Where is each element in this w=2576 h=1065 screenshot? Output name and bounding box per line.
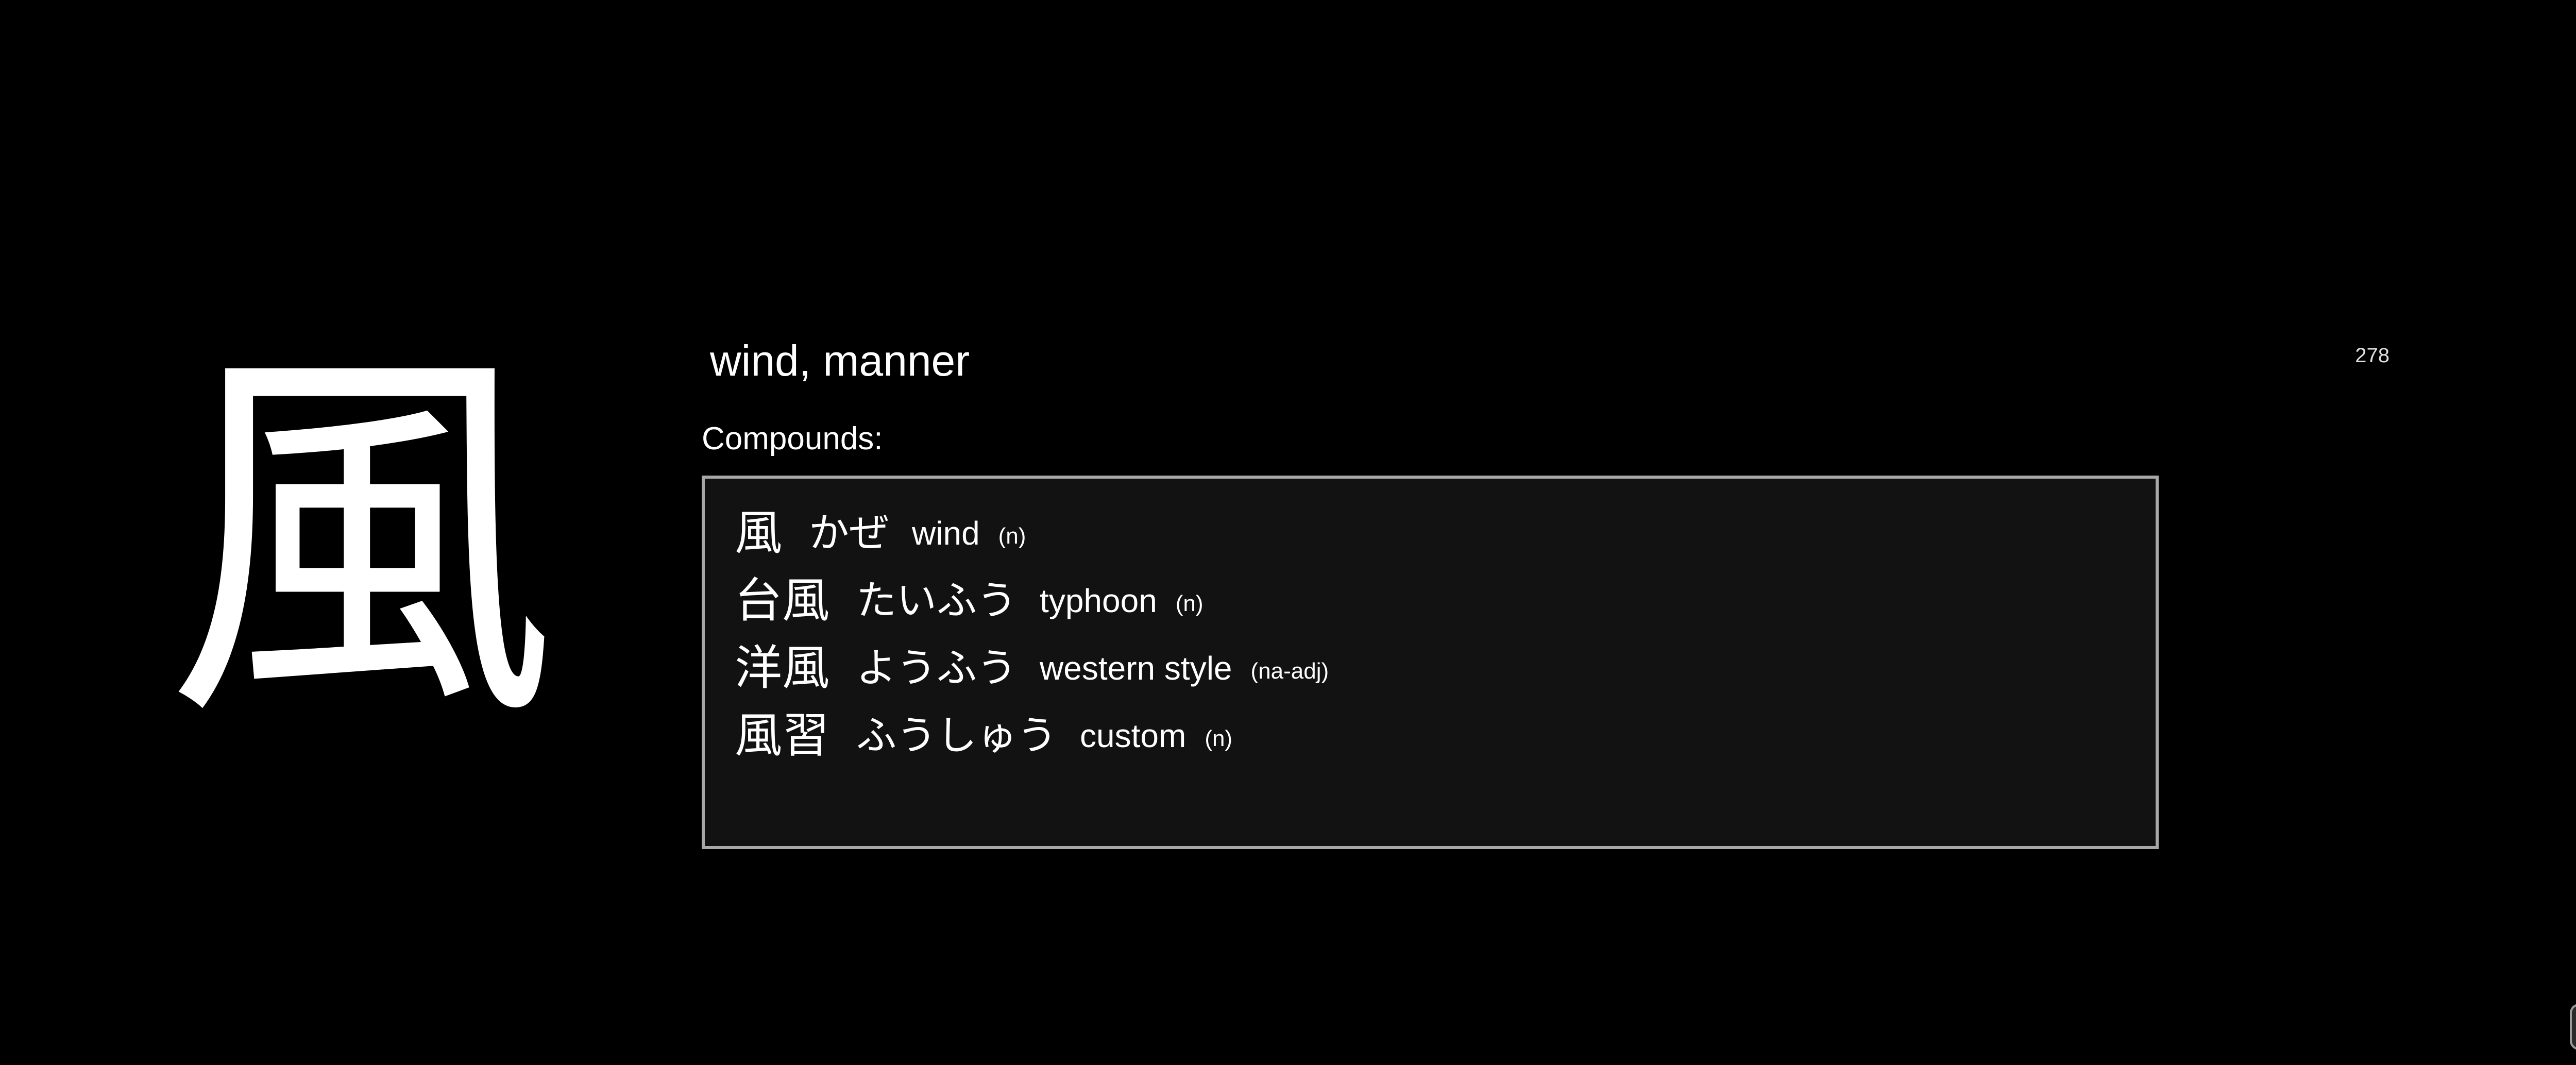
compound-meaning: wind: [912, 514, 980, 552]
compound-row: 台風 たいふう typhoon (n): [735, 567, 1329, 634]
compound-part-of-speech: (n): [998, 523, 1026, 549]
compound-part-of-speech: (n): [1175, 590, 1204, 616]
compound-reading: ふうしゅう: [856, 712, 1058, 759]
compound-meaning: custom: [1080, 717, 1187, 754]
compound-reading: ようふう: [856, 645, 1018, 691]
compound-row: 洋風 ようふう western style (na-adj): [735, 634, 1329, 702]
kanji-meaning: wind, manner: [710, 336, 970, 385]
compound-word: 風習: [735, 707, 830, 763]
compound-word: 風: [735, 505, 783, 561]
compounds-label: Compounds:: [702, 421, 883, 457]
scroll-handle[interactable]: [2570, 1004, 2576, 1050]
kanji-character: 風: [165, 313, 556, 769]
compound-part-of-speech: (na-adj): [1250, 658, 1329, 684]
compound-word: 洋風: [735, 640, 830, 696]
compound-meaning: typhoon: [1040, 582, 1157, 619]
compound-row: 風習 ふうしゅう custom (n): [735, 702, 1329, 769]
compound-reading: たいふう: [856, 577, 1018, 624]
compound-part-of-speech: (n): [1205, 725, 1233, 751]
compound-meaning: western style: [1040, 649, 1232, 687]
card-counter: 278: [2355, 344, 2389, 367]
compound-row: 風 かぜ wind (n): [735, 499, 1329, 567]
compound-word: 台風: [735, 572, 830, 628]
compound-list: 風 かぜ wind (n) 台風 たいふう typhoon (n) 洋風 ようふ…: [735, 499, 1329, 769]
compound-reading: かぜ: [809, 510, 890, 556]
compounds-box: 風 かぜ wind (n) 台風 たいふう typhoon (n) 洋風 ようふ…: [702, 476, 2159, 849]
